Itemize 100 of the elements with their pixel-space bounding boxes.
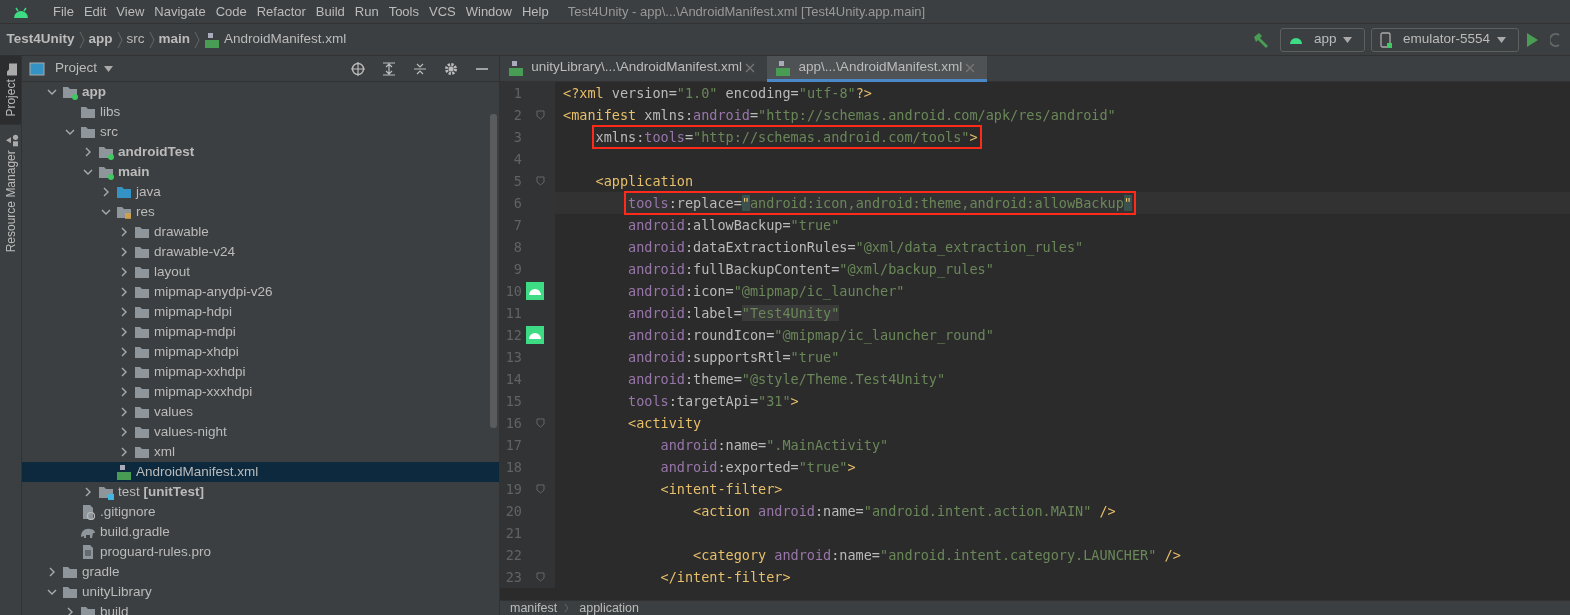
tree-item[interactable]: AndroidManifest.xml: [22, 462, 499, 482]
window-title: Test4Unity - app\...\AndroidManifest.xml [Test4Unity.app.main]: [567, 2, 926, 21]
tree-item[interactable]: mipmap-mdpi: [22, 322, 499, 342]
tree-item[interactable]: layout: [22, 262, 499, 282]
tree-item[interactable]: mipmap-anydpi-v26: [22, 282, 499, 302]
breadcrumb-item[interactable]: src: [126, 29, 145, 50]
text-file-icon: [80, 544, 96, 560]
code-line: android:name=".MainActivity": [659, 436, 889, 455]
tool-window-tab[interactable]: Project: [0, 56, 21, 125]
breadcrumb-item[interactable]: Test4Unity: [6, 29, 75, 50]
tree-item[interactable]: app: [22, 82, 499, 102]
code-line: android:exported="true">: [659, 458, 856, 477]
tree-item[interactable]: src: [22, 122, 499, 142]
fold-marker-icon[interactable]: [536, 572, 545, 582]
tree-item[interactable]: drawable-v24: [22, 242, 499, 262]
caret-icon: [103, 65, 113, 72]
tree-item[interactable]: test [unitTest]: [22, 482, 499, 502]
chevron-down-icon[interactable]: [47, 587, 57, 597]
tree-item[interactable]: main: [22, 162, 499, 182]
code-line: <activity: [627, 414, 702, 433]
menu-item[interactable]: File: [48, 1, 79, 22]
menu-item[interactable]: View: [111, 1, 150, 22]
tree-item[interactable]: .gitignore: [22, 502, 499, 522]
code-line: android:roundIcon="@mipmap/ic_launcher_round": [627, 326, 994, 346]
chevron-down-icon[interactable]: [47, 87, 57, 97]
run-icon[interactable]: [1525, 31, 1539, 48]
project-view-dropdown[interactable]: Project: [28, 58, 117, 79]
tool-window-tab[interactable]: Resource Manager: [0, 124, 21, 260]
tree-item[interactable]: mipmap-xhdpi: [22, 342, 499, 362]
fold-marker-icon[interactable]: [536, 110, 545, 120]
tree-item[interactable]: proguard-rules.pro: [22, 542, 499, 562]
menu-item[interactable]: Edit: [78, 1, 112, 22]
chevron-right-icon[interactable]: [101, 187, 111, 197]
breadcrumb-item[interactable]: main: [158, 29, 191, 50]
crosshair-icon[interactable]: [350, 61, 365, 76]
tree-item[interactable]: unityLibrary: [22, 582, 499, 602]
code-line: android:icon="@mipmap/ic_launcher": [627, 282, 905, 302]
code-line: android:theme="@style/Theme.Test4Unity": [627, 370, 946, 389]
tree-item[interactable]: values-night: [22, 422, 499, 442]
chevron-down-icon[interactable]: [65, 127, 75, 137]
test-folder-icon: [98, 484, 114, 500]
caret-icon: [1496, 36, 1506, 43]
manifest-file-icon: [775, 59, 792, 76]
folder-icon: [80, 104, 96, 120]
fold-marker-icon[interactable]: [536, 176, 545, 186]
menu-item[interactable]: Run: [349, 1, 384, 22]
run-configuration-dropdown[interactable]: app: [1280, 27, 1365, 52]
module-folder-icon: [62, 84, 78, 100]
folder-icon: [134, 404, 150, 420]
tree-item[interactable]: gradle: [22, 562, 499, 582]
folder-icon: [6, 63, 19, 77]
scrollbar-thumb[interactable]: [490, 114, 497, 428]
breadcrumb-item[interactable]: app: [88, 29, 113, 50]
tree-item[interactable]: androidTest: [22, 142, 499, 162]
editor-tab[interactable]: app\...\AndroidManifest.xml: [767, 56, 988, 82]
chevron-right-icon[interactable]: [83, 487, 93, 497]
chevron-right-icon[interactable]: [83, 147, 93, 157]
expand-all-icon[interactable]: [381, 61, 396, 76]
hammer-icon[interactable]: [1251, 30, 1270, 49]
menu-item[interactable]: Tools: [383, 1, 424, 22]
menu-item[interactable]: Code: [210, 1, 252, 22]
close-icon[interactable]: [745, 62, 756, 73]
breadcrumb-item[interactable]: AndroidManifest.xml: [204, 29, 347, 50]
chevron-right-icon[interactable]: [65, 607, 75, 615]
code-line: <manifest xmlns:android="http://schemas.android.com/apk/res/android": [562, 106, 1116, 125]
fold-marker-icon[interactable]: [536, 418, 545, 428]
menu-item[interactable]: Navigate: [149, 1, 211, 22]
collapse-all-icon[interactable]: [412, 61, 427, 76]
settings-icon[interactable]: [443, 61, 458, 76]
tree-item[interactable]: mipmap-xxxhdpi: [22, 382, 499, 402]
resource-folder-icon: [116, 204, 132, 220]
chevron-down-icon[interactable]: [83, 167, 93, 177]
tree-item[interactable]: res: [22, 202, 499, 222]
tree-item[interactable]: drawable: [22, 222, 499, 242]
tree-item[interactable]: mipmap-xxhdpi: [22, 362, 499, 382]
source-folder-icon: [116, 184, 132, 200]
menu-item[interactable]: Window: [460, 1, 517, 22]
tree-item[interactable]: xml: [22, 442, 499, 462]
fold-marker-icon[interactable]: [536, 484, 545, 494]
tree-item[interactable]: java: [22, 182, 499, 202]
menu-item[interactable]: Refactor: [251, 1, 311, 22]
tree-item[interactable]: build.gradle: [22, 522, 499, 542]
chevron-down-icon[interactable]: [101, 207, 111, 217]
editor-tab[interactable]: unityLibrary\...\AndroidManifest.xml: [500, 56, 768, 82]
breadcrumb-item[interactable]: manifest: [510, 600, 558, 615]
phone-icon: [1380, 31, 1393, 48]
chevron-right-icon[interactable]: [47, 567, 57, 577]
menu-item[interactable]: Build: [310, 1, 350, 22]
manifest-file-icon: [508, 59, 524, 76]
breadcrumb-item[interactable]: application: [579, 600, 639, 615]
folder-icon: [62, 584, 78, 600]
tree-item[interactable]: values: [22, 402, 499, 422]
menu-item[interactable]: VCS: [424, 1, 461, 22]
code-line: <intent-filter>: [659, 480, 783, 499]
tree-item[interactable]: libs: [22, 102, 499, 122]
menu-item[interactable]: Help: [516, 1, 554, 22]
device-dropdown[interactable]: emulator-5554: [1371, 27, 1519, 52]
folder-icon: [134, 244, 150, 260]
module-folder-icon: [98, 144, 114, 160]
tree-item[interactable]: mipmap-hdpi: [22, 302, 499, 322]
